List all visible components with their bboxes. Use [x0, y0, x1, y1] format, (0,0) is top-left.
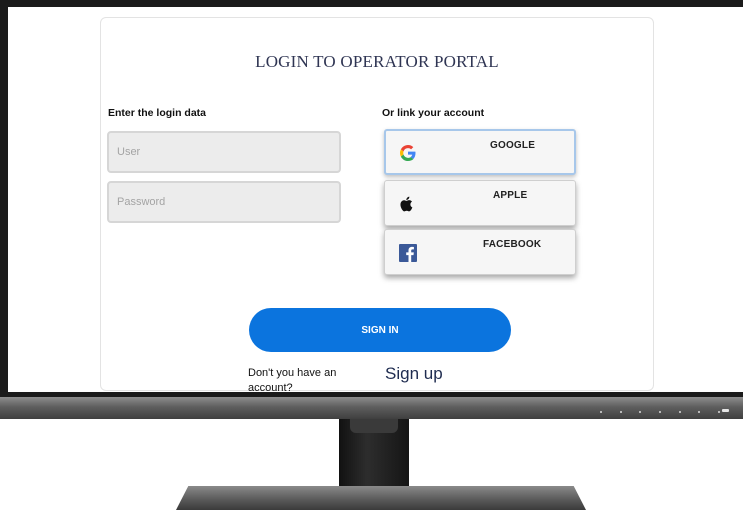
login-data-label: Enter the login data: [108, 107, 207, 119]
sign-in-button[interactable]: SIGN IN: [249, 308, 511, 352]
apple-icon: [399, 196, 413, 217]
monitor-screen: LOGIN TO OPERATOR PORTAL Enter the login…: [8, 7, 743, 392]
monitor-stand-base: [176, 486, 586, 510]
monitor-chin: [0, 397, 743, 419]
sign-up-link[interactable]: Sign up: [385, 364, 443, 384]
facebook-icon: [399, 244, 417, 267]
power-led: [722, 409, 729, 412]
facebook-login-button[interactable]: FACEBOOK: [384, 229, 576, 275]
monitor-control-buttons: [600, 410, 720, 413]
login-card: LOGIN TO OPERATOR PORTAL Enter the login…: [100, 17, 654, 392]
google-icon: [400, 145, 416, 166]
link-account-label: Or link your account: [382, 107, 485, 119]
facebook-button-label: FACEBOOK: [483, 239, 542, 250]
apple-login-button[interactable]: APPLE: [384, 180, 576, 226]
no-account-text: Don't you have an account?: [248, 367, 337, 392]
password-input[interactable]: [107, 181, 341, 223]
google-button-label: GOOGLE: [490, 140, 536, 151]
page-title: LOGIN TO OPERATOR PORTAL: [255, 52, 499, 71]
user-input[interactable]: [107, 131, 341, 173]
google-login-button[interactable]: GOOGLE: [384, 129, 576, 175]
monitor-stand-joint: [350, 419, 398, 433]
apple-button-label: APPLE: [493, 190, 528, 201]
